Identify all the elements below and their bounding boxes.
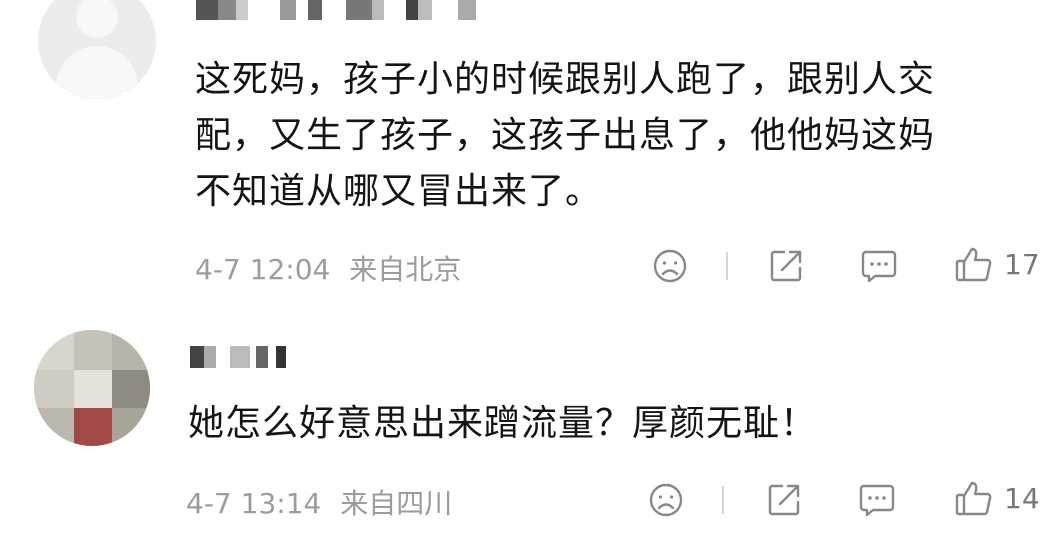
avatar-head-shape xyxy=(76,0,118,38)
comment-text: 她怎么好意思出来蹭流量？厚颜无耻！ xyxy=(188,396,1048,452)
sad-face-icon[interactable] xyxy=(648,482,684,518)
action-divider xyxy=(726,252,728,280)
username-pixelated[interactable] xyxy=(190,346,290,368)
like-count: 14 xyxy=(1004,482,1040,515)
comment-icon[interactable] xyxy=(860,248,898,284)
comment-timestamp: 4-7 12:04 xyxy=(195,253,331,286)
comment-text-line: 她怎么好意思出来蹭流量？厚颜无耻！ xyxy=(188,403,818,444)
like-count: 17 xyxy=(1004,248,1040,281)
comment-meta: 4-7 12:04 来自北京 xyxy=(195,248,461,288)
action-divider xyxy=(722,486,724,514)
comment-text: 这死妈，孩子小的时候跟别人跑了，跟别人交 配，又生了孩子，这孩子出息了，他他妈这… xyxy=(195,52,1055,220)
share-icon[interactable] xyxy=(768,248,804,284)
thumbs-up-icon[interactable] xyxy=(954,480,994,518)
share-icon[interactable] xyxy=(766,482,802,518)
comment-text-line: 这死妈，孩子小的时候跟别人跑了，跟别人交 xyxy=(195,59,936,100)
comment-text-line: 不知道从哪又冒出来了。 xyxy=(195,171,603,212)
user-avatar-pixelated[interactable] xyxy=(34,330,150,446)
thumbs-up-icon[interactable] xyxy=(954,246,994,284)
sad-face-icon[interactable] xyxy=(652,248,688,284)
avatar-body-shape xyxy=(56,46,138,100)
username-pixelated[interactable] xyxy=(196,0,486,20)
comment-location: 来自四川 xyxy=(340,487,453,520)
default-avatar[interactable] xyxy=(38,0,156,100)
comment-icon[interactable] xyxy=(858,482,896,518)
comment-text-line: 配，又生了孩子，这孩子出息了，他他妈这妈 xyxy=(195,115,936,156)
comment-timestamp: 4-7 13:14 xyxy=(186,487,322,520)
comment-location: 来自北京 xyxy=(349,253,462,286)
comment-meta: 4-7 13:14 来自四川 xyxy=(186,482,452,522)
